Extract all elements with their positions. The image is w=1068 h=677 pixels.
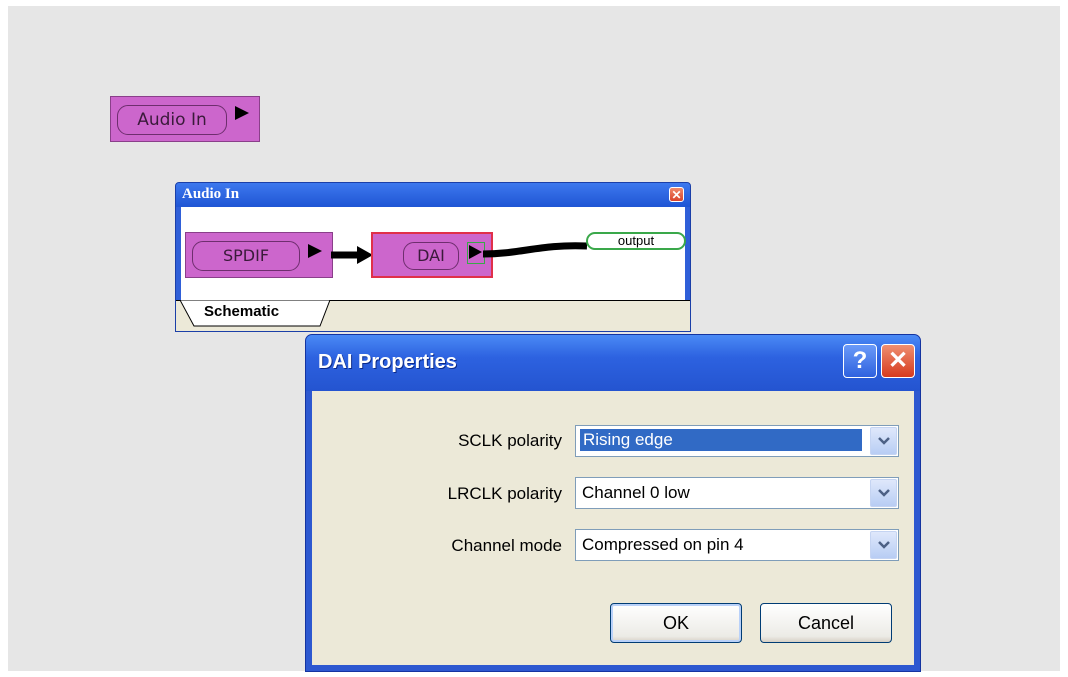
close-icon[interactable]: ✕	[669, 187, 684, 202]
connection-wire	[482, 242, 588, 258]
sclk-polarity-value: Rising edge	[580, 429, 862, 451]
spdif-output-port-icon[interactable]	[306, 241, 324, 263]
channel-mode-value: Compressed on pin 4	[582, 535, 744, 554]
chevron-down-icon[interactable]	[870, 531, 897, 559]
subwindow-titlebar[interactable]: Audio In ✕	[176, 183, 690, 207]
audio-in-node[interactable]: Audio In	[110, 96, 260, 142]
output-port-label[interactable]: output	[586, 232, 686, 250]
chevron-down-icon[interactable]	[870, 479, 897, 507]
spdif-node[interactable]: SPDIF	[185, 232, 333, 278]
dai-properties-dialog: DAI Properties ? ✕ SCLK polarity Rising …	[305, 334, 921, 672]
dai-node-label: DAI	[403, 242, 459, 270]
audio-in-subwindow: Audio In ✕ SPDIF DAI output Schematic	[175, 182, 691, 332]
connection-arrow	[331, 246, 373, 264]
dialog-titlebar[interactable]: DAI Properties ? ✕	[306, 335, 920, 391]
audio-in-node-label: Audio In	[117, 105, 227, 135]
subwindow-title: Audio In	[182, 186, 240, 202]
lrclk-polarity-label: LRCLK polarity	[447, 484, 562, 503]
help-button[interactable]: ?	[843, 344, 877, 378]
dai-node[interactable]: DAI	[371, 232, 493, 278]
sclk-polarity-label: SCLK polarity	[458, 431, 562, 450]
tab-schematic[interactable]: Schematic	[180, 300, 330, 327]
ok-button[interactable]: OK	[610, 603, 742, 643]
tab-schematic-label: Schematic	[204, 303, 280, 320]
dialog-title: DAI Properties	[318, 351, 457, 373]
spdif-node-label: SPDIF	[192, 241, 300, 271]
channel-mode-label: Channel mode	[451, 536, 562, 555]
output-port-icon[interactable]	[233, 103, 251, 125]
channel-mode-select[interactable]: Compressed on pin 4	[575, 529, 899, 561]
dialog-body: SCLK polarity Rising edge LRCLK polarity…	[312, 391, 914, 665]
sclk-polarity-select[interactable]: Rising edge	[575, 425, 899, 457]
subwindow-tabstrip: Schematic	[176, 300, 690, 331]
cancel-button[interactable]: Cancel	[760, 603, 892, 643]
close-button[interactable]: ✕	[881, 344, 915, 378]
lrclk-polarity-select[interactable]: Channel 0 low	[575, 477, 899, 509]
lrclk-polarity-value: Channel 0 low	[582, 483, 690, 502]
chevron-down-icon[interactable]	[870, 427, 897, 455]
